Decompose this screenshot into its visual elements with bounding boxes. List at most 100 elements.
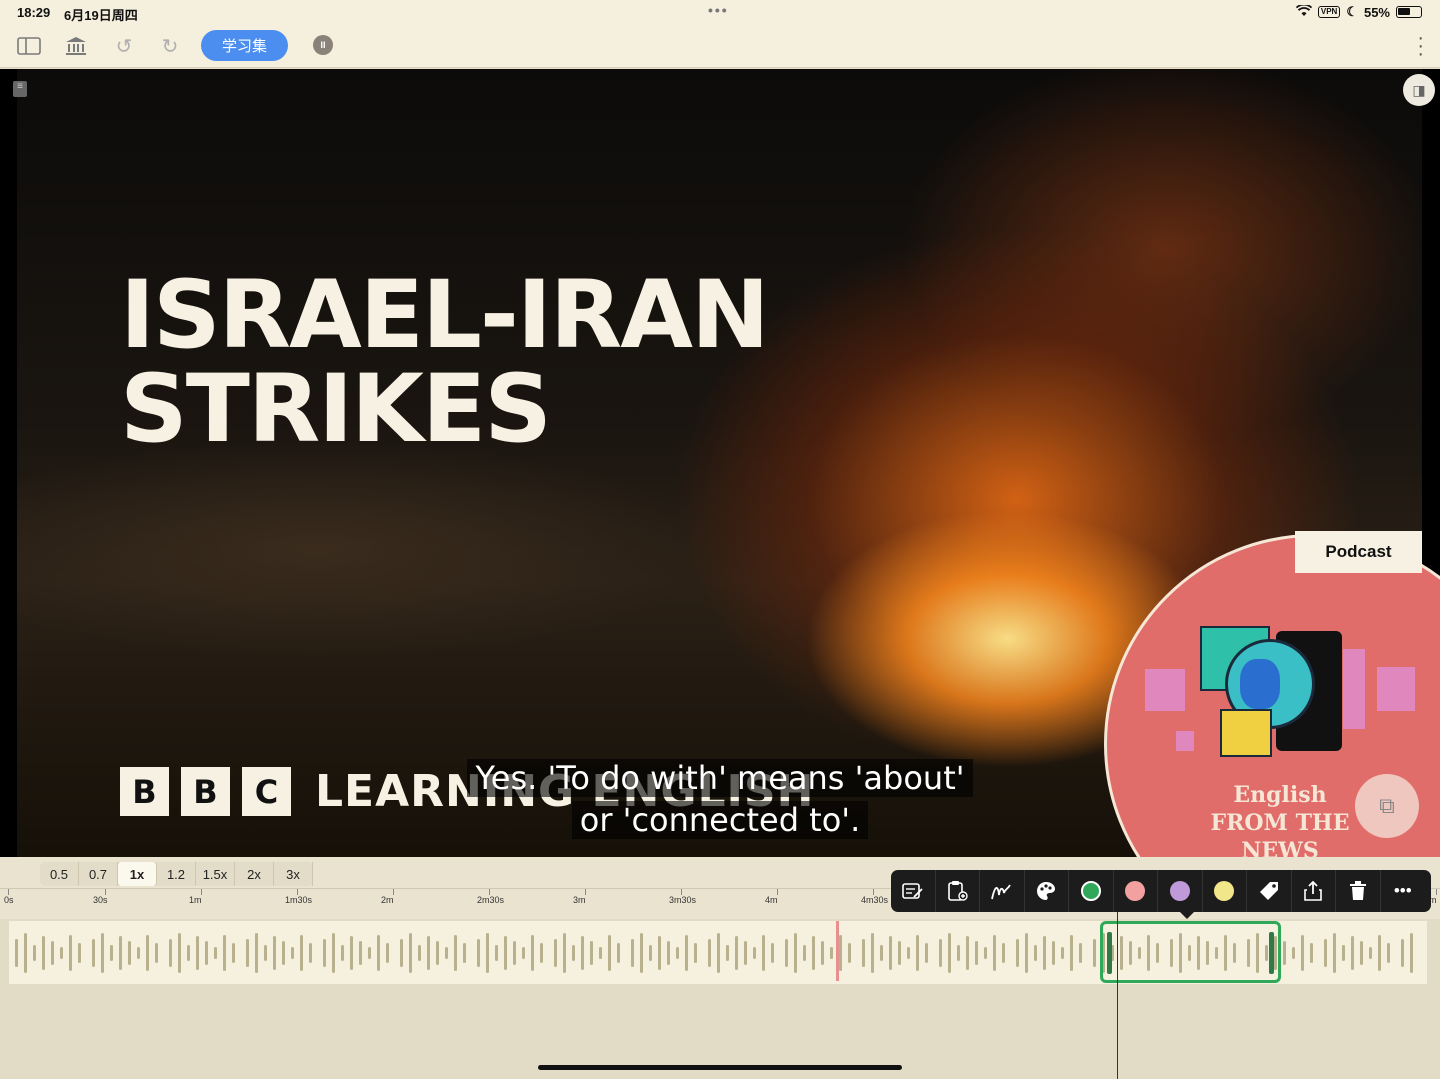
- newspaper-illustration: [1220, 709, 1272, 757]
- waveform-bar: [1410, 932, 1413, 973]
- redo-icon[interactable]: ↻: [156, 32, 184, 60]
- clipboard-add-icon[interactable]: [936, 870, 980, 912]
- screen-cast-icon[interactable]: ⧉: [1355, 774, 1419, 838]
- headline-line-1: ISRAEL-IRAN: [120, 261, 770, 370]
- waveform-bar: [1070, 934, 1073, 971]
- status-bar: 18:29 6月19日周四 ••• VPN ☾ 55%: [0, 0, 1440, 24]
- waveform-bar: [1324, 938, 1327, 967]
- color-pink-swatch[interactable]: [1114, 870, 1158, 912]
- speed-option-active[interactable]: 1x: [118, 862, 157, 886]
- waveform-bar: [590, 940, 593, 965]
- library-icon[interactable]: [62, 32, 90, 60]
- podcast-tag: Podcast: [1295, 531, 1422, 573]
- ruler-tick-label: 1m: [189, 895, 202, 905]
- undo-icon[interactable]: ↺: [110, 32, 138, 60]
- ruler-tick-label: 2m: [381, 895, 394, 905]
- waveform-bar: [531, 934, 534, 971]
- vpn-badge: VPN: [1317, 6, 1341, 18]
- color-yellow-swatch[interactable]: [1203, 870, 1247, 912]
- waveform-bar: [1052, 940, 1055, 965]
- panel-toggle-icon[interactable]: ◨: [1403, 74, 1435, 106]
- multitask-dots[interactable]: •••: [708, 2, 729, 18]
- notes-icon[interactable]: ≡: [13, 81, 27, 97]
- waveform-bar: [540, 942, 543, 963]
- waveform-bar: [1034, 944, 1037, 961]
- waveform-bar: [1025, 932, 1028, 973]
- waveform-bar: [667, 940, 670, 965]
- speed-option[interactable]: 1.2: [157, 862, 196, 886]
- speed-option[interactable]: 1.5x: [196, 862, 235, 886]
- video-player[interactable]: ≡ ◨ ISRAEL-IRAN STRIKES B B C LEARNING E…: [0, 69, 1440, 857]
- waveform-bar: [33, 944, 36, 961]
- decor-square: [1145, 669, 1185, 711]
- waveform-bar: [771, 942, 774, 963]
- waveform-bar: [445, 946, 448, 959]
- waveform-bar: [223, 934, 226, 971]
- waveform-bar: [522, 946, 525, 959]
- waveform-bar: [1093, 938, 1096, 967]
- waveform-bar: [554, 938, 557, 967]
- waveform-bar: [69, 934, 72, 971]
- share-icon[interactable]: [1292, 870, 1336, 912]
- loop-marker[interactable]: [836, 921, 839, 981]
- waveform-bar: [735, 935, 738, 970]
- decor-square: [1377, 667, 1415, 711]
- waveform-bar: [255, 932, 258, 973]
- more-vertical-icon[interactable]: · · ·: [1417, 28, 1424, 64]
- note-edit-icon[interactable]: [891, 870, 936, 912]
- study-set-button[interactable]: 学习集: [201, 30, 288, 61]
- pause-icon[interactable]: II: [313, 35, 333, 55]
- waveform-bar: [794, 932, 797, 973]
- waveform-bar: [42, 935, 45, 970]
- color-dot: [1214, 881, 1235, 901]
- palette-icon[interactable]: [1025, 870, 1069, 912]
- color-purple-swatch[interactable]: [1158, 870, 1203, 912]
- waveform-bar: [196, 935, 199, 970]
- waveform-bar: [15, 938, 18, 967]
- ruler-tick-label: 30s: [93, 895, 108, 905]
- waveform-bar: [862, 938, 865, 967]
- waveform-bar: [1016, 938, 1019, 967]
- waveform-bar: [309, 942, 312, 963]
- waveform-bar: [685, 934, 688, 971]
- ruler-tick-label: 4m30s: [861, 895, 889, 905]
- waveform-bar: [839, 934, 842, 971]
- waveform-bar: [386, 942, 389, 963]
- waveform-bar: [617, 942, 620, 963]
- selection-range[interactable]: [1100, 921, 1281, 983]
- waveform-bar: [975, 940, 978, 965]
- waveform-bar: [726, 944, 729, 961]
- status-right: VPN ☾ 55%: [1295, 3, 1422, 20]
- waveform-bar: [1301, 934, 1304, 971]
- speed-option[interactable]: 0.5: [40, 862, 79, 886]
- ruler-tick-label: 1m30s: [285, 895, 313, 905]
- waveform-bar: [717, 932, 720, 973]
- status-time: 18:29: [17, 5, 51, 20]
- waveform-bar: [477, 938, 480, 967]
- waveform-bar: [907, 946, 910, 959]
- annotation-menu: •••: [891, 870, 1431, 919]
- waveform-bar: [110, 944, 113, 961]
- waveform-bar: [119, 935, 122, 970]
- speed-selector: 0.5 0.7 1x 1.2 1.5x 2x 3x: [40, 862, 313, 886]
- speed-option[interactable]: 0.7: [79, 862, 118, 886]
- waveform-bar: [78, 942, 81, 963]
- waveform-bar: [572, 944, 575, 961]
- battery-percent: 55%: [1363, 4, 1390, 20]
- more-icon[interactable]: •••: [1381, 870, 1426, 912]
- waveform-bar: [146, 934, 149, 971]
- video-headline: ISRAEL-IRAN STRIKES: [120, 261, 770, 457]
- speed-option[interactable]: 3x: [274, 862, 313, 886]
- color-green-swatch[interactable]: [1069, 870, 1114, 912]
- trash-icon[interactable]: [1336, 870, 1381, 912]
- sidebar-toggle-icon[interactable]: [15, 32, 43, 60]
- waveform-bar: [264, 944, 267, 961]
- draw-icon[interactable]: [980, 870, 1025, 912]
- waveform-bar: [1043, 935, 1046, 970]
- tag-icon[interactable]: [1247, 870, 1292, 912]
- waveform-bar: [694, 942, 697, 963]
- waveform-bar: [137, 946, 140, 959]
- waveform-bar: [631, 938, 634, 967]
- waveform-bar: [463, 942, 466, 963]
- speed-option[interactable]: 2x: [235, 862, 274, 886]
